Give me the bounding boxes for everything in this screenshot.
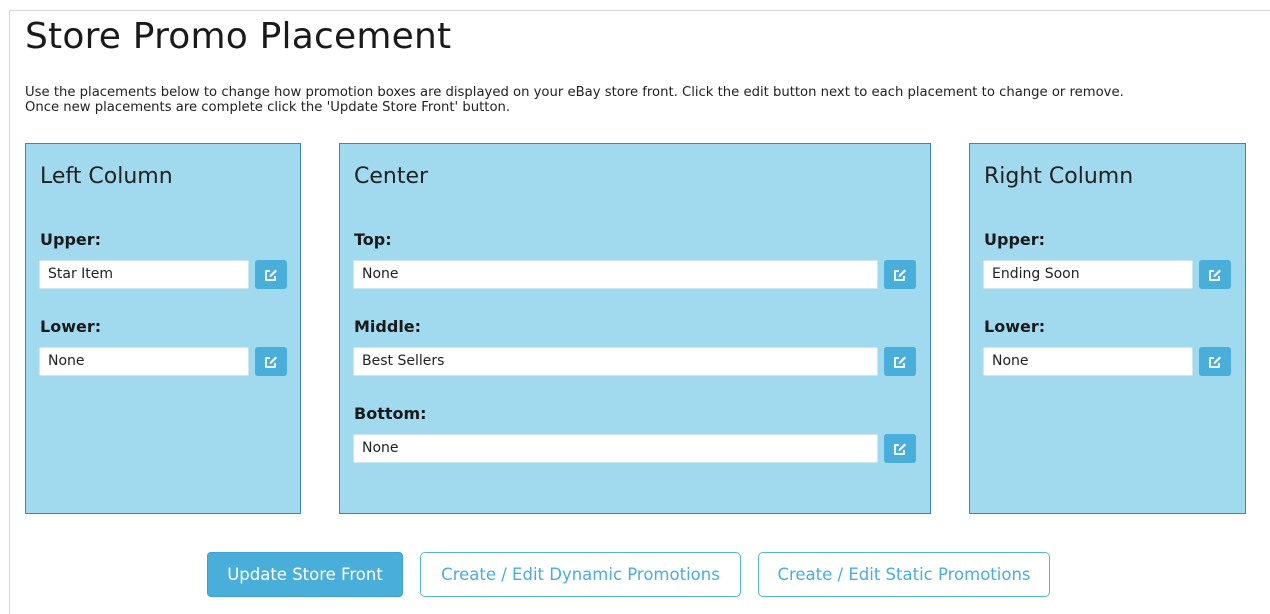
right-upper-field[interactable]: Ending Soon	[983, 260, 1193, 289]
right-column-panel: Right Column Upper: Ending Soon Lower: N…	[969, 143, 1246, 514]
intro-line-1: Use the placements below to change how p…	[25, 85, 1124, 100]
edit-icon	[265, 269, 277, 281]
slot-label-top: Top:	[354, 230, 392, 249]
slot-label-middle: Middle:	[354, 317, 422, 336]
left-column-panel: Left Column Upper: Star Item Lower: None	[25, 143, 301, 514]
edit-static-promotions-button[interactable]: Create / Edit Static Promotions	[758, 552, 1050, 597]
center-bottom-field[interactable]: None	[353, 434, 878, 463]
edit-dynamic-promotions-button[interactable]: Create / Edit Dynamic Promotions	[420, 552, 741, 597]
left-upper-field[interactable]: Star Item	[39, 260, 249, 289]
left-lower-field[interactable]: None	[39, 347, 249, 376]
left-upper-edit-button[interactable]	[255, 260, 287, 289]
edit-icon	[1209, 356, 1221, 368]
slot-label-upper: Upper:	[40, 230, 102, 249]
center-top-field[interactable]: None	[353, 260, 878, 289]
slot-label-upper: Upper:	[984, 230, 1046, 249]
intro-text: Use the placements below to change how p…	[25, 85, 1255, 115]
page-title: Store Promo Placement	[25, 16, 452, 57]
edit-icon	[265, 356, 277, 368]
center-bottom-edit-button[interactable]	[884, 434, 916, 463]
center-middle-edit-button[interactable]	[884, 347, 916, 376]
center-top-edit-button[interactable]	[884, 260, 916, 289]
right-lower-field[interactable]: None	[983, 347, 1193, 376]
panel-title: Left Column	[40, 164, 173, 189]
panel-title: Center	[354, 164, 429, 189]
update-store-front-button[interactable]: Update Store Front	[207, 552, 403, 597]
panel-title: Right Column	[984, 164, 1134, 189]
center-middle-field[interactable]: Best Sellers	[353, 347, 878, 376]
edit-icon	[894, 269, 906, 281]
left-lower-edit-button[interactable]	[255, 347, 287, 376]
edit-icon	[894, 356, 906, 368]
right-upper-edit-button[interactable]	[1199, 260, 1231, 289]
center-panel: Center Top: None Middle: Best Sellers Bo…	[339, 143, 931, 514]
edit-icon	[894, 443, 906, 455]
right-lower-edit-button[interactable]	[1199, 347, 1231, 376]
slot-label-bottom: Bottom:	[354, 404, 427, 423]
slot-label-lower: Lower:	[984, 317, 1046, 336]
intro-line-2: Once new placements are complete click t…	[25, 100, 511, 115]
slot-label-lower: Lower:	[40, 317, 102, 336]
edit-icon	[1209, 269, 1221, 281]
